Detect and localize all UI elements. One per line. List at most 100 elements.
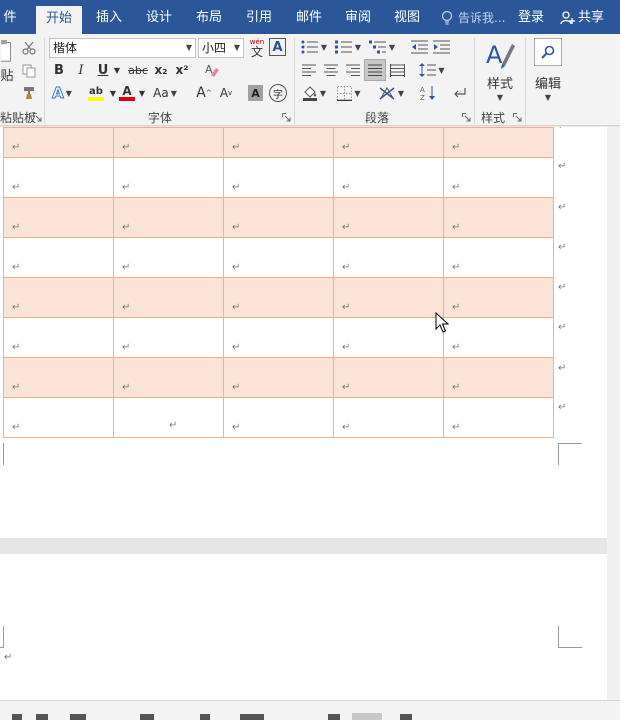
numbering-button[interactable]: ▼ (334, 38, 362, 56)
shrink-font-button[interactable]: Av (218, 84, 234, 102)
table-cell[interactable]: ↵ (3, 317, 114, 358)
macro-icon[interactable] (200, 714, 210, 720)
table-cell[interactable]: ↵ (223, 277, 334, 318)
dialog-launcher-icon[interactable] (33, 113, 42, 122)
table-cell[interactable]: ↵ (443, 157, 554, 198)
align-left-button[interactable] (300, 61, 318, 79)
table-cell[interactable]: ↵ (113, 237, 224, 278)
table-cell[interactable]: ↵ (3, 127, 114, 158)
table-cell[interactable]: ↵ (333, 397, 444, 438)
table-row[interactable]: ↵ ↵ ↵ ↵ ↵ (3, 157, 554, 198)
chevron-down-icon[interactable]: ▼ (113, 61, 121, 79)
enclose-characters-button[interactable]: 字 (269, 84, 287, 102)
table-cell[interactable]: ↵ (223, 397, 334, 438)
increase-indent-button[interactable] (431, 38, 451, 56)
cut-button[interactable] (20, 39, 38, 57)
format-painter-button[interactable] (20, 84, 38, 102)
multilevel-list-button[interactable]: ▼ (368, 38, 396, 56)
font-name-combo[interactable]: 楷体 ▼ (49, 38, 196, 58)
shading-button[interactable]: ▼ (300, 84, 328, 102)
styles-gallery-button[interactable]: A 样式 ▼ (480, 38, 520, 102)
tab-review[interactable]: 审阅 (339, 0, 377, 34)
document-page[interactable]: ↵ ↵ ↵ ↵ ↵ ↵ ↵ ↵ ↵ ↵ ↵ ↵ ↵ ↵ ↵ ↵ ↵ ↵ ↵ ↵ ↵ ↵ ↵ ↵ ↵ ↵ ↵ ↵ ↵ ↵ ↵ ↵ ↵ ↵… (0, 127, 607, 538)
document-table[interactable]: ↵ ↵ ↵ ↵ ↵ ↵ ↵ ↵ ↵ ↵ ↵ ↵ ↵ ↵ ↵ ↵ ↵ ↵ ↵ ↵ ↵ ↵ ↵ ↵ ↵ ↵ ↵ ↵ ↵ ↵ ↵ ↵ ↵ ↵… (3, 127, 554, 438)
table-cell[interactable]: ↵ (333, 357, 444, 398)
table-cell[interactable]: ↵ (443, 397, 554, 438)
table-cell[interactable]: ↵ (223, 197, 334, 238)
table-row[interactable]: ↵ ↵ ↵ ↵ ↵ (3, 197, 554, 238)
copy-button[interactable] (20, 62, 38, 80)
line-spacing-button[interactable]: ▼ (418, 61, 446, 79)
grow-font-button[interactable]: A ^ (196, 84, 212, 102)
sort-button[interactable]: AZ (418, 84, 438, 102)
table-cell[interactable]: ↵ (113, 197, 224, 238)
editing-button[interactable]: 编辑 ▼ (530, 38, 566, 102)
strikethrough-button[interactable]: abc (127, 61, 149, 79)
table-row[interactable]: ↵ ↵ ↵ ↵ ↵ (3, 277, 554, 318)
table-cell[interactable]: ↵ (333, 157, 444, 198)
table-cell[interactable]: ↵ (113, 157, 224, 198)
table-row[interactable]: ↵ ↵ ↵ ↵ ↵ (3, 127, 554, 158)
justify-button[interactable] (364, 59, 386, 81)
table-cell[interactable]: ↵ (443, 357, 554, 398)
table-cell[interactable]: ↵ (333, 277, 444, 318)
print-layout-icon[interactable] (352, 713, 382, 720)
superscript-button[interactable]: x² (173, 61, 191, 79)
text-effects-button[interactable]: A ▼ (51, 84, 73, 103)
chinese-layout-button[interactable]: ▼ (376, 84, 406, 102)
font-size-combo[interactable]: 小四 ▼ (198, 38, 244, 58)
table-cell[interactable]: ↵ (3, 157, 114, 198)
tab-home[interactable]: 开始 (36, 6, 82, 34)
show-hide-marks-button[interactable] (451, 84, 469, 102)
phonetic-guide-button[interactable]: wén 文 (248, 37, 266, 59)
table-cell[interactable]: ↵ (3, 277, 114, 318)
align-center-button[interactable] (322, 61, 340, 79)
table-cell[interactable]: ↵ (223, 357, 334, 398)
tab-insert[interactable]: 插入 (90, 0, 128, 34)
font-color-button[interactable]: A (117, 84, 137, 102)
subscript-button[interactable]: x₂ (152, 61, 170, 79)
table-cell[interactable]: ↵ (3, 357, 114, 398)
dialog-launcher-icon[interactable] (462, 113, 471, 122)
table-row[interactable]: ↵ ↵ ↵ ↵ ↵ (3, 237, 554, 278)
table-cell[interactable]: ↵ (443, 277, 554, 318)
distributed-button[interactable] (388, 61, 406, 79)
share-button[interactable]: 共享 (559, 0, 619, 34)
page-info-icon[interactable] (12, 714, 22, 720)
clear-formatting-button[interactable]: A (203, 61, 221, 79)
web-layout-icon[interactable] (400, 714, 412, 720)
change-case-button[interactable]: Aa ▼ (152, 84, 178, 102)
table-cell[interactable]: ↵ (3, 237, 114, 278)
vertical-scrollbar[interactable] (607, 127, 620, 700)
paste-button[interactable]: 贴 (0, 40, 14, 84)
tab-view[interactable]: 视图 (388, 0, 426, 34)
tab-mailings[interactable]: 邮件 (290, 0, 328, 34)
bold-button[interactable]: B (51, 61, 67, 79)
borders-button[interactable]: ▼ (334, 84, 364, 102)
tab-file[interactable]: 件 (0, 0, 20, 34)
document-area[interactable]: ↵ ↵ ↵ ↵ ↵ ↵ ↵ ↵ ↵ ↵ ↵ ↵ ↵ ↵ ↵ ↵ ↵ ↵ ↵ ↵ ↵ ↵ ↵ ↵ ↵ ↵ ↵ ↵ ↵ ↵ ↵ ↵ ↵ ↵… (0, 127, 607, 700)
table-row[interactable]: ↵ ↵ ↵ ↵ ↵ (3, 317, 554, 358)
document-page[interactable]: ↵ (0, 554, 607, 700)
character-border-button[interactable]: A (269, 38, 286, 56)
align-right-button[interactable] (344, 61, 362, 79)
bullets-button[interactable]: ▼ (300, 38, 328, 56)
underline-button[interactable]: U (95, 61, 111, 79)
chevron-down-icon[interactable]: ▼ (138, 84, 146, 102)
table-cell[interactable]: ↵ (113, 357, 224, 398)
table-cell[interactable]: ↵ (333, 197, 444, 238)
italic-button[interactable]: I (73, 61, 89, 79)
track-changes-icon[interactable] (240, 714, 264, 720)
table-cell[interactable]: ↵ (443, 317, 554, 358)
table-cell[interactable]: ↵ (333, 317, 444, 358)
table-cell[interactable]: ↵ (223, 127, 334, 158)
table-cell[interactable]: ↵ (3, 197, 114, 238)
table-row[interactable]: ↵ ↵ ↵ ↵ ↵ (3, 357, 554, 398)
proofing-icon[interactable] (70, 714, 86, 720)
chevron-down-icon[interactable]: ▼ (109, 84, 117, 102)
language-icon[interactable] (140, 714, 154, 720)
table-cell[interactable]: ↵ (443, 127, 554, 158)
decrease-indent-button[interactable] (409, 38, 429, 56)
table-cell[interactable]: ↵ (333, 237, 444, 278)
table-cell[interactable]: ↵ (3, 397, 114, 438)
